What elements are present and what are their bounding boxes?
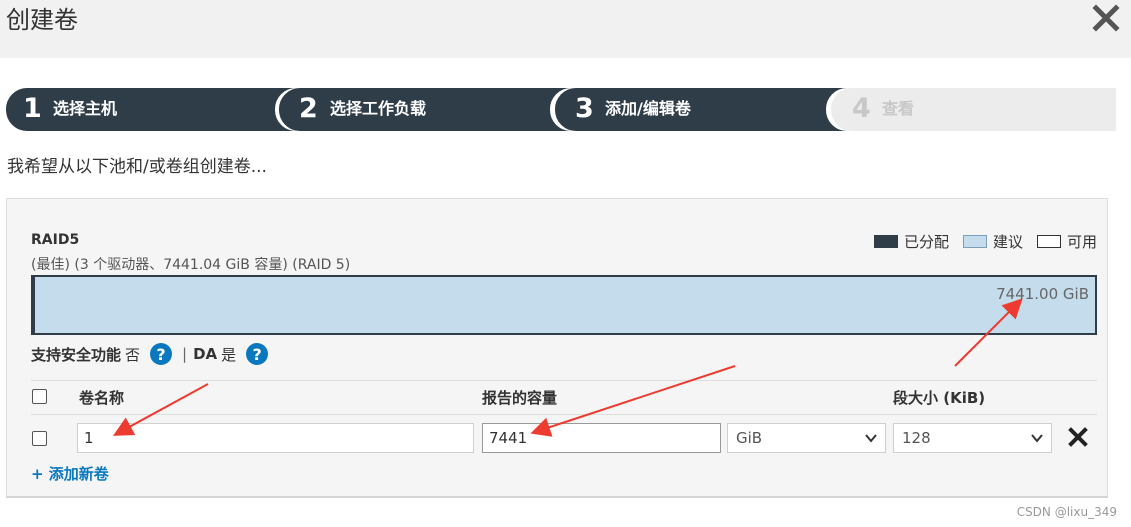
row-checkbox[interactable] bbox=[32, 431, 47, 446]
step-number: 3 bbox=[575, 93, 594, 124]
unit-select[interactable]: GiB bbox=[727, 423, 886, 453]
step-add-edit-volumes[interactable]: 3 添加/编辑卷 bbox=[555, 88, 847, 131]
pool-name: RAID5 bbox=[31, 232, 80, 248]
step-label: 添加/编辑卷 bbox=[605, 99, 691, 118]
header-reported-capacity: 报告的容量 bbox=[482, 389, 558, 407]
help-icon[interactable]: ? bbox=[246, 343, 269, 365]
secure-label: 支持安全功能 bbox=[31, 345, 122, 364]
legend-free: 可用 bbox=[1036, 231, 1097, 252]
secure-value: 否 bbox=[125, 345, 141, 364]
separator: | bbox=[182, 345, 188, 363]
legend-swatch-suggested bbox=[962, 235, 987, 248]
step-label: 查看 bbox=[882, 99, 915, 118]
legend-label: 可用 bbox=[1066, 233, 1097, 251]
chevron-down-icon bbox=[865, 434, 877, 443]
step-select-host[interactable]: 1 选择主机 bbox=[6, 88, 296, 131]
step-number: 2 bbox=[299, 93, 318, 124]
step-number: 4 bbox=[852, 93, 871, 124]
segment-size-select[interactable]: 128 bbox=[893, 423, 1052, 453]
capacity-bar: 7441.00 GiB bbox=[31, 275, 1097, 335]
segment-selected: 128 bbox=[902, 429, 931, 447]
volume-name-input[interactable]: 1 bbox=[77, 423, 474, 453]
watermark: CSDN @lixu_349 bbox=[1016, 505, 1117, 519]
remove-row-icon[interactable] bbox=[1068, 427, 1088, 447]
step-select-workload[interactable]: 2 选择工作负载 bbox=[279, 88, 571, 131]
security-info: 支持安全功能 否 ? | DA 是 ? bbox=[31, 342, 278, 366]
step-number: 1 bbox=[23, 93, 42, 124]
capacity-legend: 已分配 建议 可用 bbox=[860, 231, 1097, 252]
step-4-shape bbox=[831, 88, 1116, 131]
step-label: 选择主机 bbox=[53, 99, 118, 118]
legend-label: 已分配 bbox=[903, 233, 949, 251]
legend-swatch-allocated bbox=[873, 235, 898, 248]
add-new-volume-link[interactable]: + 添加新卷 bbox=[31, 463, 109, 484]
header-segment-size: 段大小 (KiB) bbox=[893, 389, 986, 407]
intro-text: 我希望从以下池和/或卷组创建卷... bbox=[7, 157, 267, 177]
wizard-steps: 1 选择主机 2 选择工作负载 3 添加/编辑卷 4 查看 bbox=[6, 88, 1116, 131]
pool-subtitle: (最佳) (3 个驱动器、7441.04 GiB 容量) (RAID 5) bbox=[31, 257, 351, 273]
legend-swatch-free bbox=[1036, 235, 1061, 248]
legend-allocated: 已分配 bbox=[873, 231, 949, 252]
select-all-checkbox[interactable] bbox=[32, 389, 47, 404]
table-header-divider bbox=[31, 414, 1097, 415]
close-icon[interactable] bbox=[1091, 3, 1121, 33]
header-volume-name: 卷名称 bbox=[79, 389, 125, 407]
dialog-header: 创建卷 bbox=[0, 0, 1131, 58]
help-icon[interactable]: ? bbox=[150, 343, 173, 365]
step-1-shape bbox=[6, 88, 296, 131]
step-3-shape bbox=[555, 88, 847, 131]
step-label: 选择工作负载 bbox=[330, 99, 427, 118]
step-review[interactable]: 4 查看 bbox=[831, 88, 1116, 131]
da-label: DA bbox=[193, 345, 218, 363]
unit-selected: GiB bbox=[736, 429, 763, 447]
pool-panel: RAID5 (最佳) (3 个驱动器、7441.04 GiB 容量) (RAID… bbox=[6, 198, 1108, 498]
legend-label: 建议 bbox=[992, 233, 1023, 251]
table-top-divider bbox=[31, 380, 1097, 381]
dialog-title: 创建卷 bbox=[6, 6, 78, 34]
legend-suggested: 建议 bbox=[962, 231, 1023, 252]
chevron-down-icon bbox=[1031, 434, 1043, 443]
capacity-bar-value: 7441.00 GiB bbox=[996, 285, 1089, 303]
da-value: 是 bbox=[221, 345, 237, 364]
capacity-input[interactable]: 7441 bbox=[482, 423, 721, 453]
